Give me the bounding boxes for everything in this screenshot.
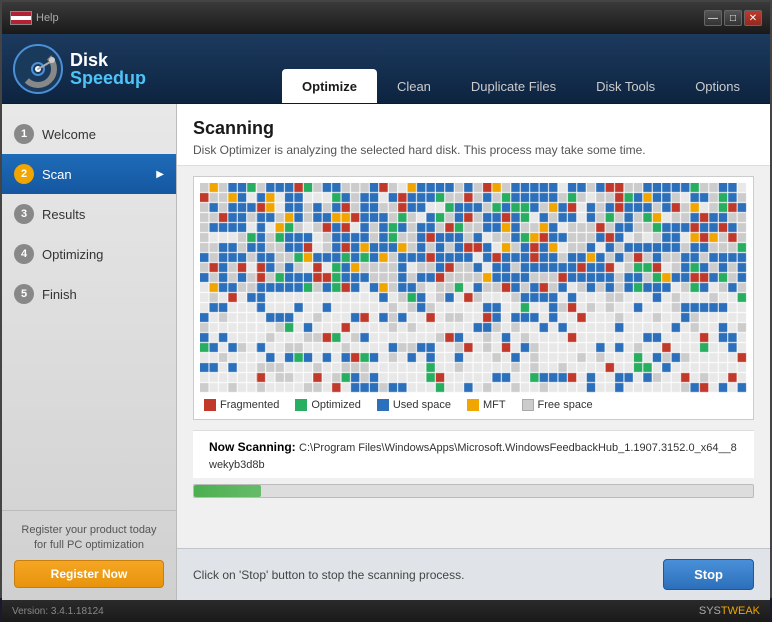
sidebar-label-welcome: Welcome [42, 127, 164, 142]
step-5-circle: 5 [14, 284, 34, 304]
legend-color-free-space [522, 399, 534, 411]
legend-color-fragmented [204, 399, 216, 411]
title-bar-controls: — □ ✕ [704, 10, 762, 26]
legend-label-free-space: Free space [538, 399, 593, 411]
maximize-button[interactable]: □ [724, 10, 742, 26]
scanning-info: Now Scanning: C:\Program Files\WindowsAp… [193, 430, 754, 478]
content-header: Scanning Disk Optimizer is analyzing the… [177, 104, 770, 166]
legend-label-fragmented: Fragmented [220, 399, 279, 411]
content-description: Disk Optimizer is analyzing the selected… [193, 143, 754, 157]
flag-icon [10, 11, 32, 25]
register-now-button[interactable]: Register Now [14, 560, 164, 588]
sidebar-item-results[interactable]: 3 Results [2, 194, 176, 234]
version-text: Version: 3.4.1.18124 [12, 606, 104, 617]
legend-optimized: Optimized [295, 399, 361, 411]
app-name-speedup: Speedup [70, 69, 146, 87]
legend: Fragmented Optimized Used space MFT Free… [200, 393, 747, 413]
sidebar-item-scan[interactable]: 2 Scan ▶ [2, 154, 176, 194]
sidebar-label-finish: Finish [42, 287, 164, 302]
brand-tweak: TWEAK [721, 605, 760, 617]
legend-free-space: Free space [522, 399, 593, 411]
legend-color-used-space [377, 399, 389, 411]
main-layout: 1 Welcome 2 Scan ▶ 3 Results 4 Optimizin… [2, 104, 770, 600]
brand-text: SYSTWEAK [699, 605, 760, 617]
legend-color-optimized [295, 399, 307, 411]
close-button[interactable]: ✕ [744, 10, 762, 26]
minimize-button[interactable]: — [704, 10, 722, 26]
logo-container: Disk Speedup [12, 43, 146, 95]
app-header: Disk Speedup Optimize Clean Duplicate Fi… [2, 34, 770, 104]
step-1-circle: 1 [14, 124, 34, 144]
sidebar-item-optimizing[interactable]: 4 Optimizing [2, 234, 176, 274]
sidebar-label-scan: Scan [42, 167, 148, 182]
title-bar: Help — □ ✕ [2, 2, 770, 34]
legend-color-mft [467, 399, 479, 411]
tab-disk-tools[interactable]: Disk Tools [576, 69, 675, 103]
brand-sys: SYS [699, 605, 721, 617]
tab-clean[interactable]: Clean [377, 69, 451, 103]
sidebar-footer: Register your product today for full PC … [2, 510, 176, 600]
scanning-label: Now Scanning: C:\Program Files\WindowsAp… [209, 440, 737, 471]
scanning-label-strong: Now Scanning: [209, 440, 296, 454]
step-2-circle: 2 [14, 164, 34, 184]
sidebar-label-optimizing: Optimizing [42, 247, 164, 262]
app-footer: Version: 3.4.1.18124 SYSTWEAK [2, 600, 770, 622]
tab-duplicate-files[interactable]: Duplicate Files [451, 69, 576, 103]
disk-map-container: Fragmented Optimized Used space MFT Free… [193, 176, 754, 420]
nav-tabs: Optimize Clean Duplicate Files Disk Tool… [282, 34, 760, 103]
sidebar-label-results: Results [42, 207, 164, 222]
content-area: Scanning Disk Optimizer is analyzing the… [177, 104, 770, 600]
sidebar-footer-text: Register your product today for full PC … [14, 523, 164, 552]
disk-map [200, 183, 747, 393]
sidebar-item-welcome[interactable]: 1 Welcome [2, 114, 176, 154]
legend-label-used-space: Used space [393, 399, 451, 411]
tab-options[interactable]: Options [675, 69, 760, 103]
app-logo-icon [12, 43, 64, 95]
title-bar-left: Help [10, 11, 63, 25]
legend-fragmented: Fragmented [204, 399, 279, 411]
step-3-circle: 3 [14, 204, 34, 224]
bottom-hint: Click on 'Stop' button to stop the scann… [193, 568, 464, 582]
sidebar-item-finish[interactable]: 5 Finish [2, 274, 176, 314]
app-name: Disk Speedup [70, 51, 146, 87]
sidebar-arrow-scan: ▶ [156, 169, 164, 180]
legend-used-space: Used space [377, 399, 451, 411]
sidebar: 1 Welcome 2 Scan ▶ 3 Results 4 Optimizin… [2, 104, 177, 600]
progress-bar [194, 485, 261, 497]
bottom-bar: Click on 'Stop' button to stop the scann… [177, 548, 770, 600]
progress-bar-container [193, 484, 754, 498]
stop-button[interactable]: Stop [663, 559, 754, 590]
page-title: Scanning [193, 118, 754, 139]
legend-label-mft: MFT [483, 399, 506, 411]
app-name-disk: Disk [70, 51, 146, 69]
step-4-circle: 4 [14, 244, 34, 264]
help-text[interactable]: Help [36, 12, 59, 24]
tab-optimize[interactable]: Optimize [282, 69, 377, 103]
legend-mft: MFT [467, 399, 506, 411]
legend-label-optimized: Optimized [311, 399, 361, 411]
